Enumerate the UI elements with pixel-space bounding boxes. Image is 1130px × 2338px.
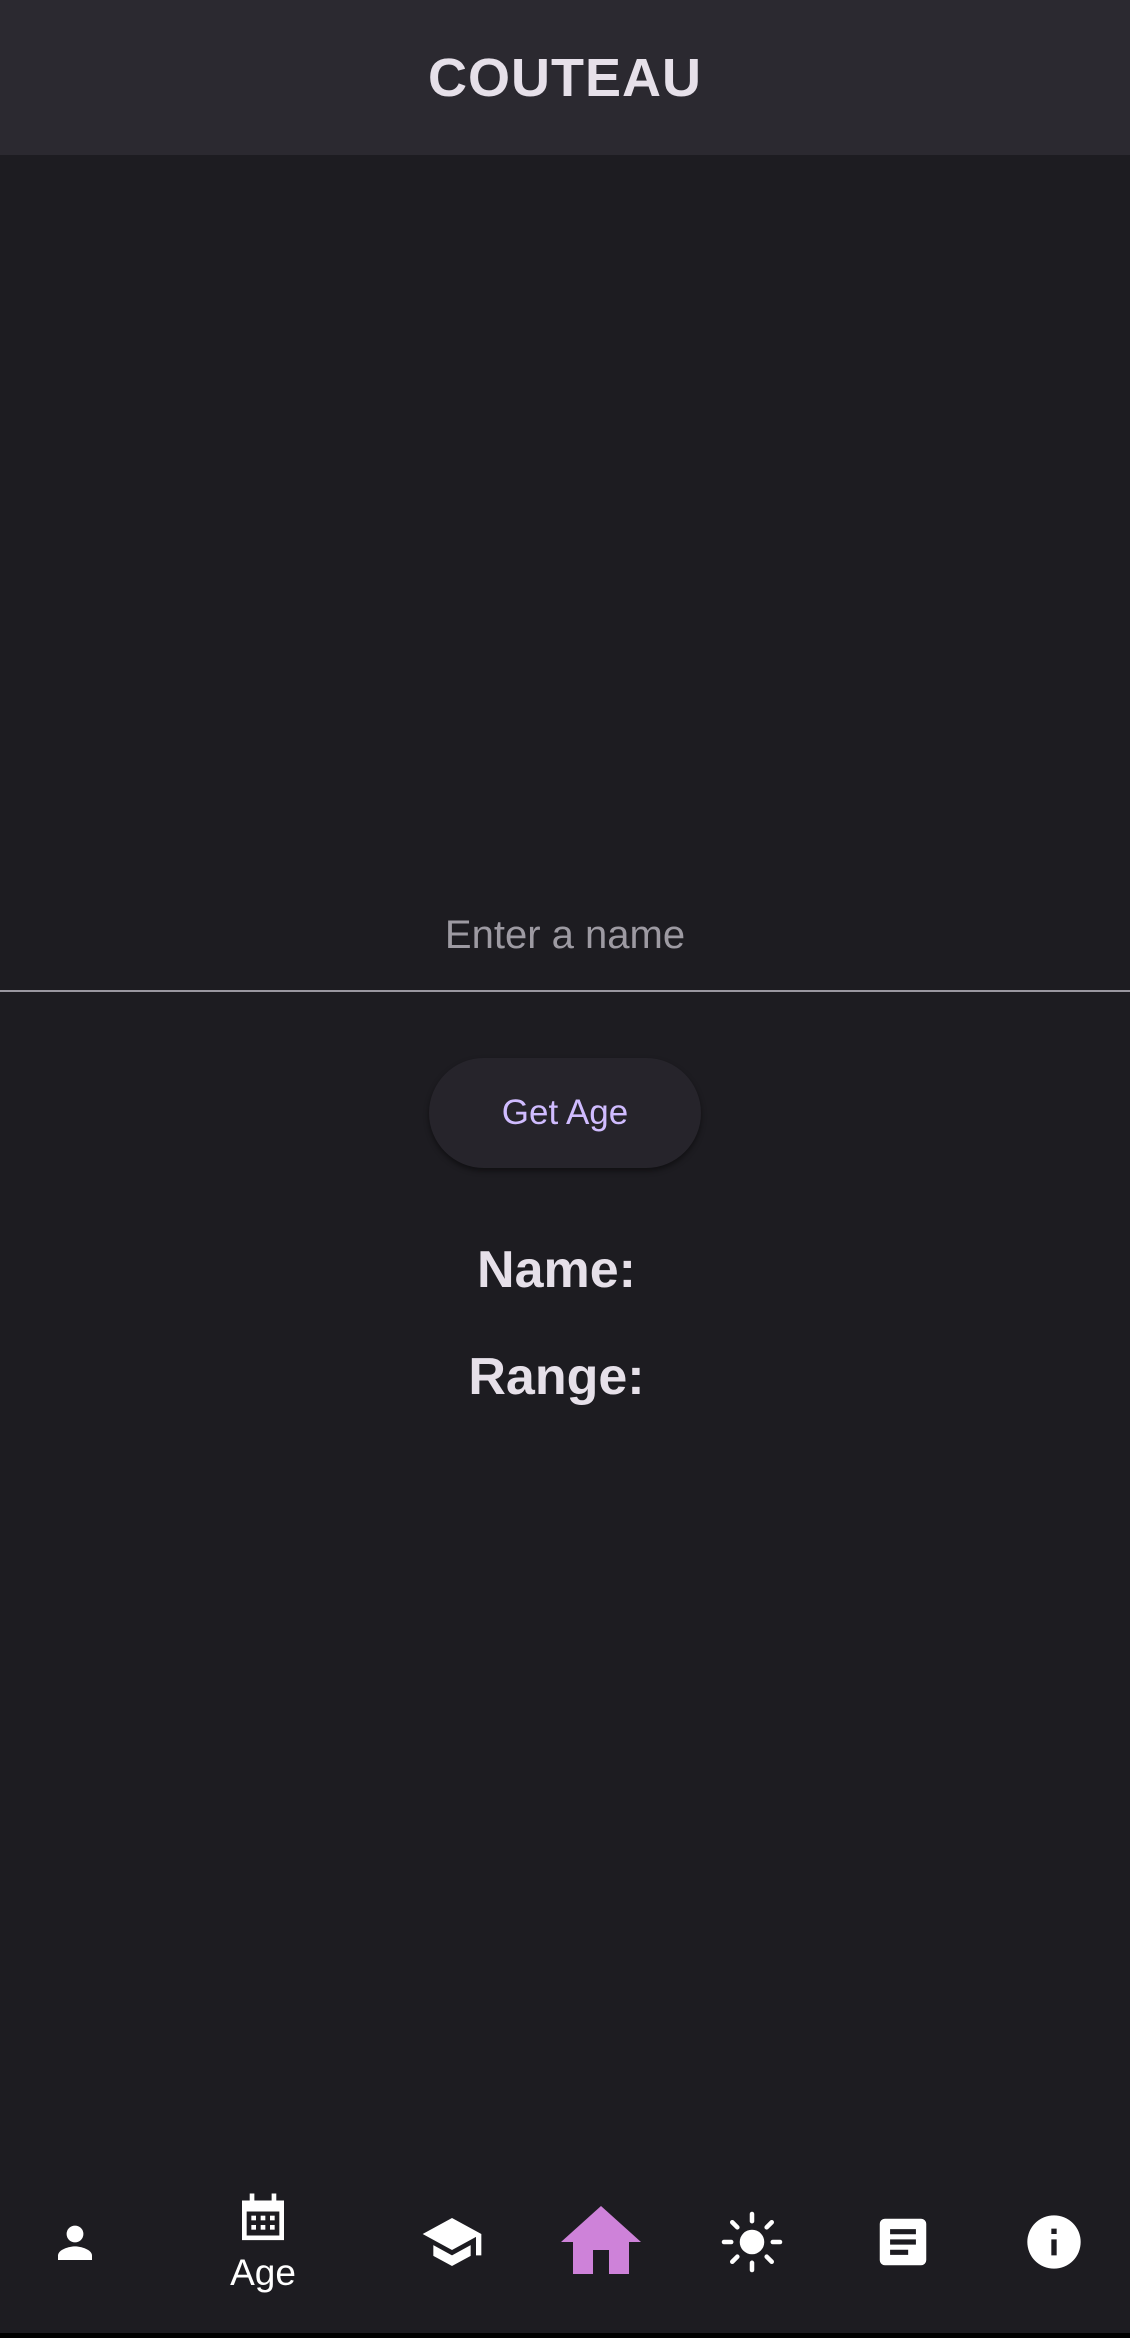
sun-icon — [721, 2211, 783, 2272]
nav-item-age[interactable]: Age — [200, 2150, 326, 2333]
name-input[interactable] — [0, 880, 1130, 990]
nav-label-age: Age — [230, 2251, 296, 2293]
app-bar: COUTEAU — [0, 0, 1130, 155]
result-range-label: Range: — [468, 1348, 645, 1406]
app-title: COUTEAU — [428, 47, 702, 108]
person-icon — [58, 2225, 92, 2260]
nav-item-home[interactable] — [553, 2150, 649, 2333]
nav-item-theme[interactable] — [712, 2150, 792, 2333]
nav-item-article[interactable] — [863, 2150, 943, 2333]
home-icon — [561, 2205, 641, 2274]
calendar-icon — [242, 2193, 284, 2240]
bottom-navigation: Age — [0, 2150, 1130, 2333]
info-icon — [1027, 2214, 1081, 2269]
article-icon — [879, 2218, 927, 2265]
nav-item-education[interactable] — [412, 2150, 492, 2333]
nav-item-person[interactable] — [37, 2150, 113, 2333]
nav-item-info[interactable] — [1014, 2150, 1094, 2333]
bottom-edge-divider — [0, 2333, 1130, 2338]
result-name-label: Name: — [477, 1241, 636, 1299]
get-age-button[interactable]: Get Age — [429, 1058, 701, 1168]
graduation-cap-icon — [422, 2217, 482, 2266]
name-field[interactable] — [0, 880, 1130, 992]
app-root: COUTEAU Get Age Name: Range: — [0, 0, 1130, 2338]
